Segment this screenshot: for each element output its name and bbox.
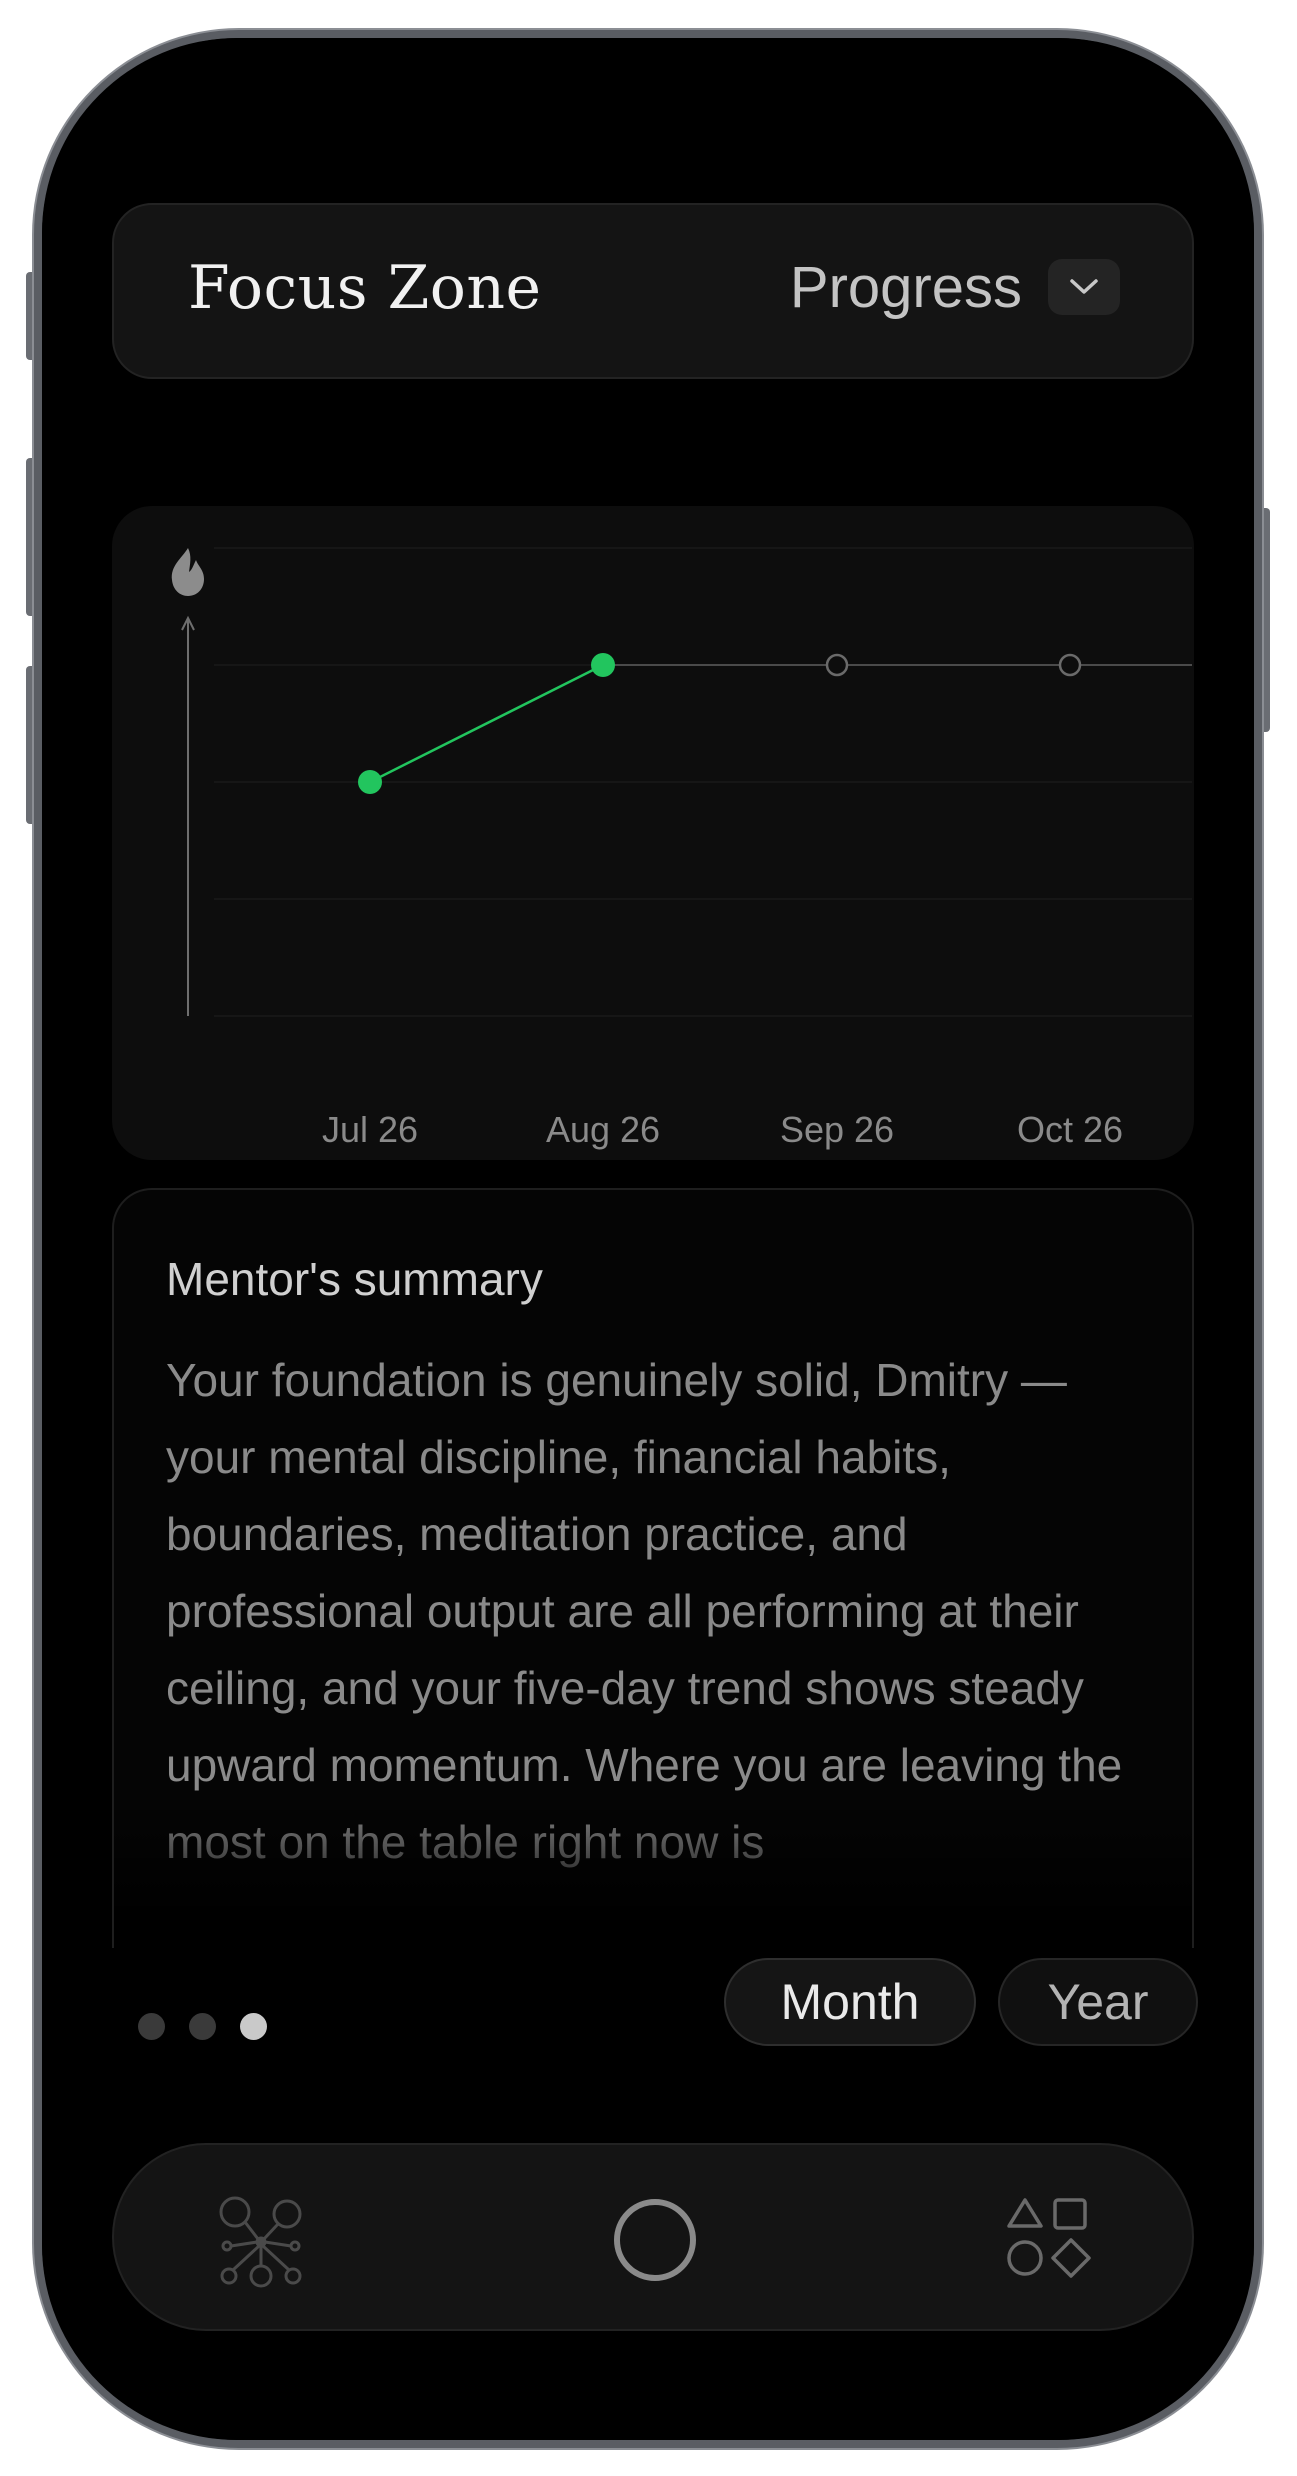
view-selector-label: Progress	[789, 254, 1022, 320]
page-indicator	[138, 2013, 267, 2040]
bottom-navigation	[112, 2143, 1194, 2331]
chevron-down-icon[interactable]	[1048, 259, 1120, 315]
period-month-button[interactable]: Month	[724, 1958, 976, 2046]
x-tick-label: Jul 26	[322, 1109, 418, 1150]
summary-title: Mentor's summary	[166, 1253, 543, 1305]
y-axis	[181, 615, 195, 1016]
app-title: Focus Zone	[188, 253, 542, 323]
network-icon[interactable]	[206, 2185, 316, 2295]
data-point-empty	[1058, 653, 1082, 677]
x-tick-label: Oct 26	[1017, 1109, 1123, 1150]
mentor-summary-card[interactable]: Mentor's summary Your foundation is genu…	[112, 1188, 1194, 1948]
data-point-empty	[825, 653, 849, 677]
data-point	[358, 770, 382, 794]
chart-canvas: Jul 26 Aug 26 Sep 26 Oct 26	[171, 547, 1192, 1150]
x-tick-label: Sep 26	[780, 1109, 894, 1150]
x-tick-label: Aug 26	[546, 1109, 660, 1150]
summary-fade-overlay	[114, 1798, 1192, 1948]
chart-points	[358, 653, 1082, 794]
chart-series-line	[369, 663, 1192, 784]
page-dot[interactable]	[138, 2013, 165, 2040]
period-year-button[interactable]: Year	[998, 1958, 1198, 2046]
circle-home-icon[interactable]	[600, 2185, 710, 2295]
shapes-icon[interactable]	[994, 2185, 1104, 2295]
page-dot-active[interactable]	[240, 2013, 267, 2040]
view-selector[interactable]: Progress	[790, 247, 1120, 327]
phone-frame: Focus Zone Progress Jul 26 Aug 26 Sep 26…	[34, 30, 1262, 2448]
page-dot[interactable]	[189, 2013, 216, 2040]
series-line-segment	[369, 663, 604, 784]
flame-icon	[171, 548, 204, 596]
data-point	[591, 653, 615, 677]
x-axis-labels: Jul 26 Aug 26 Sep 26 Oct 26	[322, 1109, 1123, 1150]
app-header: Focus Zone Progress	[112, 203, 1194, 379]
progress-chart: Jul 26 Aug 26 Sep 26 Oct 26	[112, 506, 1194, 1160]
app-screen: Focus Zone Progress Jul 26 Aug 26 Sep 26…	[42, 38, 1254, 2440]
